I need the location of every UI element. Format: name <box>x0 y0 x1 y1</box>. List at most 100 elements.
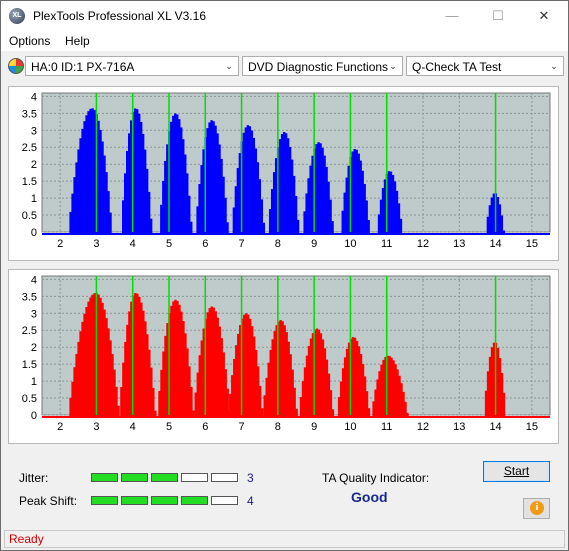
start-button[interactable]: Start <box>483 461 550 482</box>
bar <box>149 218 153 234</box>
x-tick-label: 6 <box>202 238 208 250</box>
bar <box>109 212 112 234</box>
x-tick-label: 6 <box>202 421 208 433</box>
bar <box>502 230 506 234</box>
bar <box>117 405 120 417</box>
y-tick-label: 1 <box>31 193 37 205</box>
menu-bar: Options Help <box>1 31 568 51</box>
info-button[interactable]: i <box>523 498 550 519</box>
peak-shift-value: 4 <box>247 494 254 508</box>
bar <box>190 221 193 234</box>
x-tick-label: 9 <box>311 421 317 433</box>
y-tick-label: 0.5 <box>22 210 37 222</box>
y-tick-label: 1.5 <box>22 359 37 371</box>
bar <box>367 220 370 234</box>
x-tick-label: 3 <box>93 421 99 433</box>
meter-segment <box>91 496 118 505</box>
meter-segment <box>121 496 148 505</box>
meter-segment <box>121 473 148 482</box>
bar <box>367 408 371 417</box>
meter-segment <box>181 496 208 505</box>
bar <box>260 408 264 417</box>
x-tick-label: 14 <box>489 421 501 433</box>
app-window: XL PlexTools Professional XL V3.16 — ☐ ✕… <box>0 0 569 551</box>
y-tick-label: 0 <box>31 410 37 422</box>
plot-area <box>41 275 551 416</box>
y-tick-label: 1 <box>31 376 37 388</box>
top-chart-panel: 4 3.5 3 2.5 2 1.5 1 0.5 0 2 3 4 5 6 7 8 9 10 11 12 13 14 15 <box>8 86 559 261</box>
drive-select[interactable]: HA:0 ID:1 PX-716A ⌄ <box>25 56 239 76</box>
bar <box>399 218 403 234</box>
meter-segment <box>211 473 238 482</box>
test-select-value: Q-Check TA Test <box>412 60 502 74</box>
meter-segment <box>211 496 238 505</box>
x-tick-label: 12 <box>417 421 429 433</box>
chevron-down-icon: ⌄ <box>389 61 397 71</box>
x-tick-label: 2 <box>57 421 63 433</box>
chevron-down-icon: ⌄ <box>550 61 558 71</box>
minimize-button[interactable]: — <box>429 1 475 31</box>
results-panel: Jitter: 3 Peak Shift: 4 TA Quality Indic… <box>8 456 559 526</box>
y-tick-label: 3.5 <box>22 108 37 120</box>
jitter-value: 3 <box>247 471 254 485</box>
x-tick-label: 7 <box>239 238 245 250</box>
meter-segment <box>91 473 118 482</box>
function-select-value: DVD Diagnostic Functions <box>248 60 389 74</box>
chevron-down-icon: ⌄ <box>225 61 233 71</box>
bar <box>502 392 506 417</box>
bar <box>331 221 334 234</box>
title-bar[interactable]: XL PlexTools Professional XL V3.16 — ☐ ✕ <box>1 1 568 31</box>
y-tick-label: 2 <box>31 159 37 171</box>
y-tick-label: 2.5 <box>22 325 37 337</box>
bar <box>331 409 335 417</box>
ta-quality-label: TA Quality Indicator: <box>322 471 430 485</box>
x-tick-label: 4 <box>130 421 136 433</box>
y-tick-label: 3 <box>31 125 37 137</box>
top-chart: 4 3.5 3 2.5 2 1.5 1 0.5 0 2 3 4 5 6 7 8 9 10 11 12 13 14 15 <box>22 91 551 250</box>
y-tick-label: 0.5 <box>22 393 37 405</box>
x-tick-label: 7 <box>239 421 245 433</box>
y-tick-label: 0 <box>31 227 37 239</box>
x-tick-label: 10 <box>344 421 356 433</box>
info-icon: i <box>530 501 544 515</box>
toolbar: HA:0 ID:1 PX-716A ⌄ DVD Diagnostic Funct… <box>1 52 568 79</box>
x-tick-label: 13 <box>453 238 465 250</box>
x-tick-label: 8 <box>275 421 281 433</box>
bottom-chart-panel: 4 3.5 3 2.5 2 1.5 1 0.5 0 2 3 4 5 6 7 8 9 10 11 12 13 14 15 <box>8 269 559 444</box>
jitter-label: Jitter: <box>19 471 49 485</box>
x-tick-label: 15 <box>526 238 538 250</box>
maximize-button[interactable]: ☐ <box>475 1 521 31</box>
menu-options[interactable]: Options <box>9 34 50 48</box>
test-select[interactable]: Q-Check TA Test ⌄ <box>406 56 564 76</box>
bar <box>192 410 195 417</box>
y-tick-label: 1.5 <box>22 176 37 188</box>
x-tick-label: 10 <box>344 238 356 250</box>
meter-segment <box>181 473 208 482</box>
close-button[interactable]: ✕ <box>521 1 567 31</box>
y-tick-label: 4 <box>31 274 37 286</box>
y-tick-label: 2 <box>31 342 37 354</box>
bar <box>154 410 157 417</box>
x-tick-label: 9 <box>311 238 317 250</box>
y-tick-label: 3 <box>31 308 37 320</box>
x-tick-label: 11 <box>381 421 392 433</box>
bar <box>296 219 300 234</box>
function-select[interactable]: DVD Diagnostic Functions ⌄ <box>242 56 403 76</box>
x-tick-label: 13 <box>453 421 465 433</box>
y-tick-label: 3.5 <box>22 291 37 303</box>
status-bar: Ready <box>4 530 565 548</box>
bar <box>262 222 266 234</box>
app-icon: XL <box>9 8 25 24</box>
bar <box>295 408 298 417</box>
x-tick-label: 4 <box>130 238 136 250</box>
x-tick-label: 3 <box>93 238 99 250</box>
meter-segment <box>151 473 178 482</box>
menu-help[interactable]: Help <box>65 34 90 48</box>
x-tick-label: 12 <box>417 238 429 250</box>
ta-quality-value: Good <box>351 489 388 505</box>
peak-shift-label: Peak Shift: <box>19 494 78 508</box>
x-tick-label: 5 <box>166 238 172 250</box>
bar <box>406 412 409 417</box>
x-tick-label: 2 <box>57 238 63 250</box>
status-text: Ready <box>9 532 44 546</box>
